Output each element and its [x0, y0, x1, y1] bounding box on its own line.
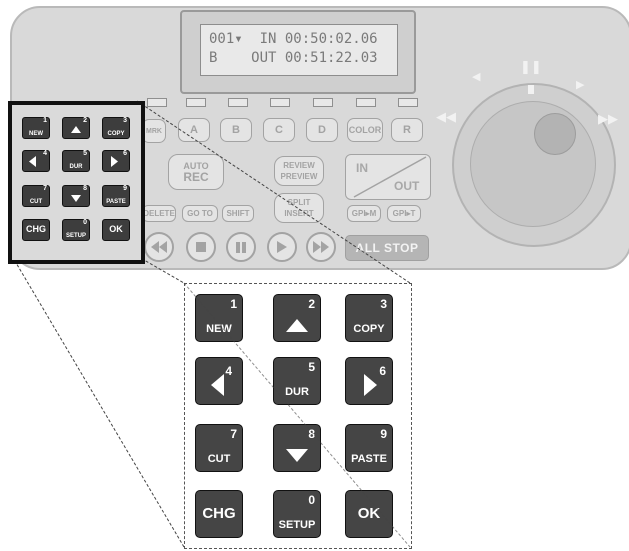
callout-lines-inner [183, 282, 411, 548]
controller-diagram: 001▾ IN 00:50:02.06 B OUT 00:51:22.03 MR… [0, 0, 629, 551]
